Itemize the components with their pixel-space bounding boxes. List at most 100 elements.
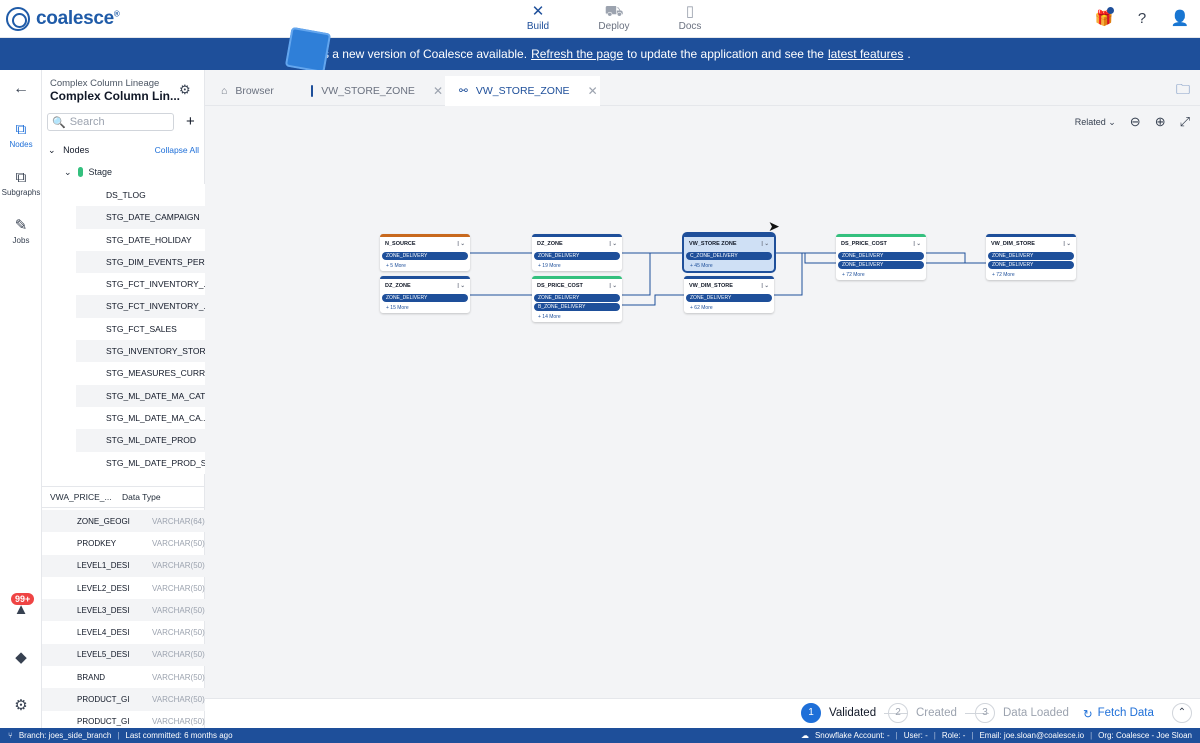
lineage-node[interactable]: N_SOURCE | ⌄ ZONE_DELIVERY + 5 More xyxy=(380,234,470,271)
node-column[interactable]: ZONE_DELIVERY xyxy=(382,252,468,260)
tree-item[interactable]: STG_DATE_HOLIDAY xyxy=(76,228,205,251)
expand-up-icon[interactable]: ⌃ xyxy=(1172,703,1192,723)
lineage-canvas[interactable]: Related ⌄ ⊖ ⊕ ⤢ N_SOURCE | ⌄ ZONE_DELIVERY… xyxy=(205,106,1200,698)
tree-item[interactable]: STG_ML_DATE_MA_CA... xyxy=(76,406,205,430)
nav-docs[interactable]: ▯ Docs xyxy=(652,3,728,32)
node-column[interactable]: B_ZONE_DELIVERY xyxy=(534,303,620,311)
lineage-node[interactable]: DZ_ZONE | ⌄ ZONE_DELIVERY + 19 More xyxy=(532,234,622,271)
chevron-down-icon[interactable]: ⌄ xyxy=(48,145,56,156)
node-more-link[interactable]: + 45 More xyxy=(684,261,774,271)
column-name: PRODKEY xyxy=(77,538,117,548)
user-icon[interactable]: 👤 xyxy=(1170,9,1190,29)
tree-group-stage[interactable]: ⌄ Stage xyxy=(42,160,205,184)
search-input[interactable]: 🔍 Search xyxy=(47,113,174,131)
tree-item[interactable]: DS_TLOG xyxy=(76,184,205,207)
node-more-link[interactable]: + 72 More xyxy=(986,270,1076,280)
node-column[interactable]: ZONE_DELIVERY xyxy=(838,261,924,269)
rail-jobs[interactable]: ✎ Jobs xyxy=(0,216,42,245)
tree-item[interactable]: STG_FCT_SALES xyxy=(76,317,205,341)
tree-item[interactable]: STG_MEASURES_CURR... xyxy=(76,362,205,385)
tab-vw-store-zone-1[interactable]: VW_STORE_ZONE ✕ xyxy=(297,76,443,106)
lineage-node[interactable]: VW_STORE ZONE | ⌄ C_ZONE_DELIVERY + 45 More xyxy=(684,234,774,271)
tab-label: VW_STORE_ZONE xyxy=(321,85,415,97)
node-column[interactable]: ZONE_DELIVERY xyxy=(988,252,1074,260)
branch-status[interactable]: Branch: joes_side_branch xyxy=(19,731,112,740)
tree-item[interactable]: STG_INVENTORY_STOR... xyxy=(76,340,205,363)
node-more-link[interactable]: + 5 More xyxy=(380,261,470,271)
add-node-button[interactable]: + xyxy=(186,113,195,130)
gift-icon[interactable]: 🎁 xyxy=(1094,7,1114,29)
tree-item[interactable]: STG_FCT_INVENTORY_... xyxy=(76,273,205,296)
lineage-node[interactable]: VW_DIM_STORE | ⌄ ZONE_DELIVERY ZONE_DELIVER… xyxy=(986,234,1076,280)
column-type-header[interactable]: Data Type xyxy=(122,492,161,502)
column-name-header[interactable]: VWA_PRICE_... xyxy=(42,492,122,502)
tree-item[interactable]: STG_DATE_CAMPAIGN xyxy=(76,206,205,229)
tree-item[interactable]: STG_ML_DATE_PROD_S... xyxy=(76,451,205,474)
node-column[interactable]: ZONE_DELIVERY xyxy=(686,294,772,302)
column-row[interactable]: LEVEL5_DESI VARCHAR(50) xyxy=(42,643,205,667)
tree-item[interactable]: STG_FCT_INVENTORY_... xyxy=(76,295,205,318)
tree-item[interactable]: STG_ML_DATE_MA_CAT xyxy=(76,384,205,407)
nav-deploy[interactable]: ⛟ Deploy xyxy=(576,3,652,32)
chevron-down-icon[interactable]: | ⌄ xyxy=(609,241,617,247)
chevron-down-icon[interactable]: | ⌄ xyxy=(457,283,465,289)
chevron-down-icon[interactable]: | ⌄ xyxy=(761,283,769,289)
node-more-link[interactable]: + 62 More xyxy=(684,303,774,313)
app-logo[interactable]: coalesce® xyxy=(6,7,120,31)
close-icon[interactable]: ✕ xyxy=(433,84,443,98)
tab-vw-store-zone-2[interactable]: ⚯ VW_STORE_ZONE ✕ xyxy=(445,76,600,106)
collapse-all-button[interactable]: Collapse All xyxy=(155,145,199,155)
column-row[interactable]: BRAND VARCHAR(50) xyxy=(42,666,205,688)
rail-alerts[interactable]: ▲ xyxy=(0,600,42,620)
folder-icon[interactable]: 🗀 xyxy=(1176,79,1190,103)
column-row[interactable]: PRODUCT_GI VARCHAR(50) xyxy=(42,688,205,711)
column-row[interactable]: PRODKEY VARCHAR(50) xyxy=(42,532,205,554)
help-icon[interactable]: ? xyxy=(1132,9,1152,29)
lineage-node[interactable]: VW_DIM_STORE | ⌄ ZONE_DELIVERY + 62 More xyxy=(684,276,774,313)
node-more-link[interactable]: + 15 More xyxy=(380,303,470,313)
node-header: DS_PRICE_COST | ⌄ xyxy=(532,279,622,293)
tab-browser[interactable]: ⌂ Browser xyxy=(207,76,295,106)
lineage-node[interactable]: DS_PRICE_COST | ⌄ ZONE_DELIVERY B_ZONE_DELI… xyxy=(532,276,622,322)
column-row[interactable]: LEVEL2_DESI VARCHAR(50) xyxy=(42,577,205,599)
node-more-link[interactable]: + 19 More xyxy=(532,261,622,271)
sidebar: Complex Column Lineage Complex Column Li… xyxy=(42,70,205,730)
column-row[interactable]: ZONE_GEOGI VARCHAR(64) xyxy=(42,510,205,533)
chevron-down-icon[interactable]: | ⌄ xyxy=(761,241,769,247)
chevron-down-icon[interactable]: | ⌄ xyxy=(457,241,465,247)
lineage-node[interactable]: DZ_ZONE | ⌄ ZONE_DELIVERY + 15 More xyxy=(380,276,470,313)
node-column[interactable]: C_ZONE_DELIVERY xyxy=(686,252,772,260)
lineage-node[interactable]: DS_PRICE_COST | ⌄ ZONE_DELIVERY ZONE_DELIVE… xyxy=(836,234,926,280)
column-row[interactable]: LEVEL1_DESI VARCHAR(50) xyxy=(42,554,205,577)
chevron-down-icon[interactable]: | ⌄ xyxy=(1063,241,1071,247)
node-column[interactable]: ZONE_DELIVERY xyxy=(838,252,924,260)
rail-settings[interactable]: ⚙ xyxy=(0,696,42,716)
node-column[interactable]: ZONE_DELIVERY xyxy=(534,294,620,302)
step-data-loaded[interactable]: 3 Data Loaded xyxy=(975,703,1069,723)
home-icon: ⌂ xyxy=(221,85,228,97)
fetch-data-button[interactable]: ↻ Fetch Data xyxy=(1083,707,1154,721)
nav-build[interactable]: ✕ Build xyxy=(500,3,576,32)
column-type: VARCHAR(50) xyxy=(152,650,205,660)
chevron-down-icon[interactable]: | ⌄ xyxy=(609,283,617,289)
tree-item[interactable]: STG_DIM_EVENTS_PERI... xyxy=(76,250,205,274)
rail-git[interactable]: ◆ xyxy=(0,648,42,668)
latest-features-link[interactable]: latest features xyxy=(828,47,903,61)
column-row[interactable]: LEVEL3_DESI VARCHAR(50) xyxy=(42,599,205,622)
node-column[interactable]: ZONE_DELIVERY xyxy=(382,294,468,302)
step-created[interactable]: 2 Created xyxy=(888,703,989,723)
close-icon[interactable]: ✕ xyxy=(588,84,598,98)
search-icon: 🔍 xyxy=(52,116,66,129)
rail-nodes[interactable]: ⧉ Nodes xyxy=(0,120,42,149)
project-settings-icon[interactable]: ⚙ xyxy=(179,82,191,98)
back-arrow-icon[interactable]: ← xyxy=(13,80,29,98)
node-more-link[interactable]: + 14 More xyxy=(532,312,622,322)
chevron-down-icon[interactable]: | ⌄ xyxy=(913,241,921,247)
node-column[interactable]: ZONE_DELIVERY xyxy=(988,261,1074,269)
node-more-link[interactable]: + 72 More xyxy=(836,270,926,280)
tree-item[interactable]: STG_ML_DATE_PROD xyxy=(76,429,205,452)
rail-subgraphs[interactable]: ⧉ Subgraphs xyxy=(0,168,42,197)
node-column[interactable]: ZONE_DELIVERY xyxy=(534,252,620,260)
column-row[interactable]: LEVEL4_DESI VARCHAR(50) xyxy=(42,621,205,643)
refresh-page-link[interactable]: Refresh the page xyxy=(531,47,623,61)
